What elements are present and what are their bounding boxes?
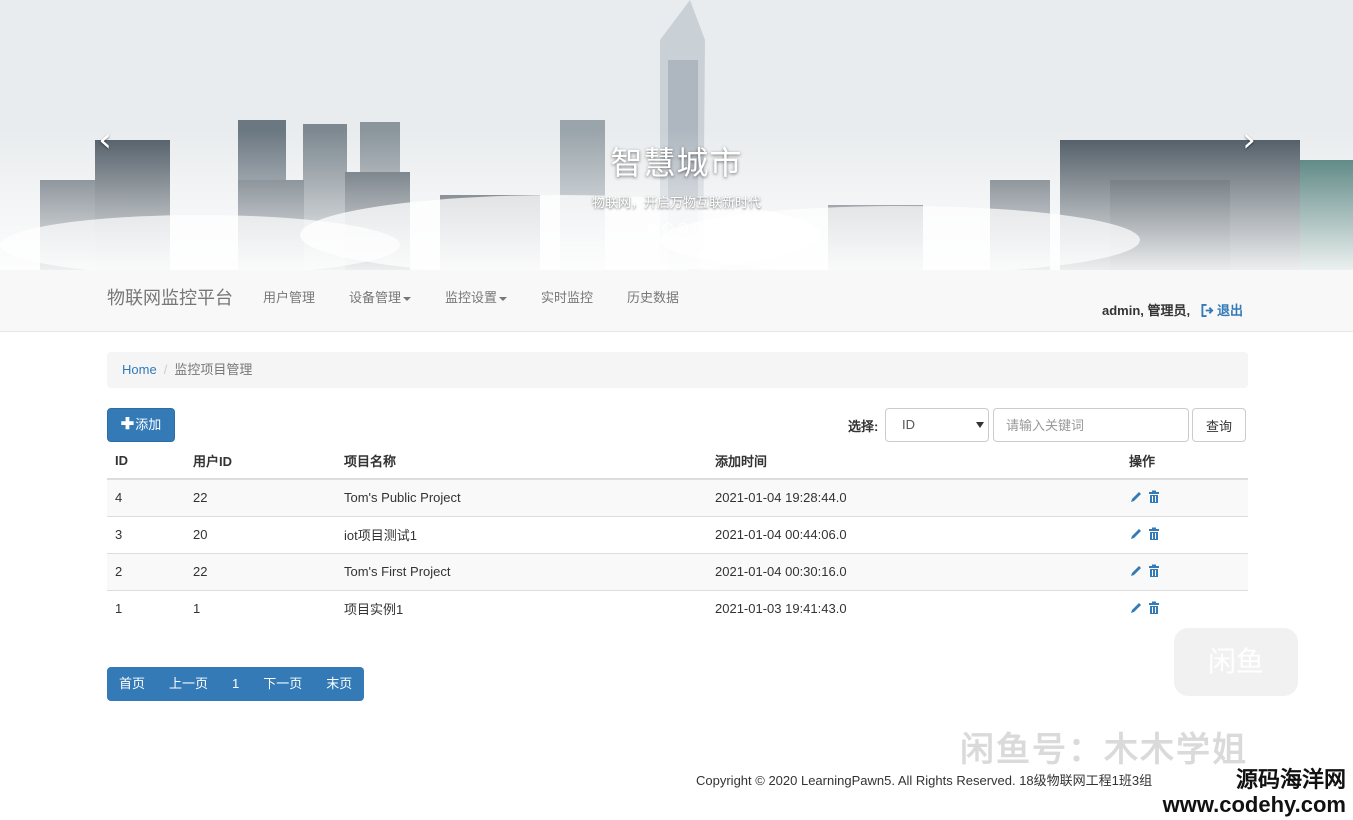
delete-icon[interactable] [1147, 601, 1161, 615]
cell-user-id: 20 [185, 515, 336, 553]
column-header-add-time: 添加时间 [707, 442, 1121, 480]
caret-down-icon [499, 296, 508, 301]
nav-item-label: 用户管理 [263, 290, 316, 305]
cell-id: 3 [107, 515, 185, 553]
cell-user-id: 22 [185, 552, 336, 590]
carousel-indicator[interactable] [693, 223, 703, 233]
column-header-id: ID [107, 442, 185, 480]
delete-icon[interactable] [1147, 490, 1161, 504]
carousel-indicator[interactable] [648, 223, 658, 233]
breadcrumb-separator: / [163, 362, 168, 377]
cell-id: 2 [107, 552, 185, 590]
footer-copyright: Copyright © 2020 LearningPawn5. All Righ… [696, 773, 1153, 788]
column-header-user-id: 用户ID [185, 442, 336, 480]
cell-add-time: 2021-01-04 00:44:06.0 [707, 515, 1121, 553]
cell-actions [1121, 478, 1248, 516]
cell-project-name: Tom's Public Project [336, 478, 707, 516]
cell-actions [1121, 552, 1248, 590]
delete-icon[interactable] [1147, 564, 1161, 578]
cell-add-time: 2021-01-04 19:28:44.0 [707, 478, 1121, 516]
search-input[interactable] [993, 408, 1189, 442]
pagination-last[interactable]: 末页 [314, 667, 364, 701]
edit-icon[interactable] [1129, 527, 1143, 541]
edit-icon[interactable] [1129, 564, 1143, 578]
table-row: 4 22 Tom's Public Project 2021-01-04 19:… [107, 478, 1248, 516]
carousel-indicator[interactable] [678, 223, 688, 233]
cell-actions [1121, 589, 1248, 627]
current-user: admin, 管理员, [1102, 303, 1191, 318]
edit-icon[interactable] [1129, 601, 1143, 615]
table-row: 2 22 Tom's First Project 2021-01-04 00:3… [107, 552, 1248, 590]
top-navbar: 物联网监控平台 用户管理 设备管理 监控设置 实时监控 历史数据 admin, … [0, 270, 1353, 332]
table-row: 1 1 项目实例1 2021-01-03 19:41:43.0 [107, 589, 1248, 627]
cell-add-time: 2021-01-04 00:30:16.0 [707, 552, 1121, 590]
table-header-row: ID 用户ID 项目名称 添加时间 操作 [107, 442, 1248, 480]
cell-id: 1 [107, 589, 185, 627]
column-header-project-name: 项目名称 [336, 442, 707, 480]
carousel-indicators [648, 223, 703, 233]
watermark-site-name: 源码海洋网 [1235, 767, 1346, 792]
nav-item-label: 监控设置 [445, 290, 498, 305]
cell-user-id: 22 [185, 478, 336, 516]
nav-item-monitor-settings[interactable]: 监控设置 [445, 287, 508, 306]
table-row: 3 20 iot项目测试1 2021-01-04 00:44:06.0 [107, 515, 1248, 553]
breadcrumb: Home / 监控项目管理 [107, 352, 1248, 388]
pagination-current[interactable]: 1 [220, 667, 251, 701]
nav-item-user-management[interactable]: 用户管理 [263, 287, 315, 306]
cell-actions [1121, 515, 1248, 553]
query-button[interactable]: 查询 [1192, 408, 1246, 442]
logout-label: 退出 [1217, 303, 1244, 318]
carousel-indicator[interactable] [663, 223, 673, 233]
watermark-site: 源码海洋网 www.codehy.com [1150, 762, 1346, 818]
watermark-site-url: www.codehy.com [1162, 792, 1346, 817]
cell-project-name: Tom's First Project [336, 552, 707, 590]
cell-id: 4 [107, 478, 185, 516]
cell-project-name: iot项目测试1 [336, 515, 707, 553]
column-header-actions: 操作 [1121, 442, 1248, 480]
nav-item-history-data[interactable]: 历史数据 [627, 287, 679, 306]
nav-item-realtime-monitor[interactable]: 实时监控 [541, 287, 593, 306]
hero-carousel: ‹ › 智慧城市 物联网，开启万物互联新时代 [0, 0, 1353, 270]
caret-down-icon [403, 296, 412, 301]
nav-item-label: 设备管理 [349, 290, 402, 305]
carousel-subtitle: 物联网，开启万物互联新时代 [591, 195, 761, 210]
pagination: 首页 上一页 1 下一页 末页 [107, 667, 365, 701]
plus-icon: ✚ [120, 416, 135, 433]
search-select-value: ID [902, 417, 915, 432]
edit-icon[interactable] [1129, 490, 1143, 504]
navbar-brand[interactable]: 物联网监控平台 [107, 284, 233, 310]
logout-link[interactable]: 退出 [1201, 300, 1243, 319]
pagination-next[interactable]: 下一页 [251, 667, 314, 701]
pagination-prev[interactable]: 上一页 [157, 667, 220, 701]
nav-item-label: 历史数据 [627, 290, 680, 305]
logout-icon [1201, 304, 1214, 317]
search-field-select[interactable]: ID [885, 408, 989, 442]
breadcrumb-home-link[interactable]: Home [122, 362, 157, 377]
watermark-badge: 闲鱼 [1174, 628, 1298, 696]
search-field-label: 选择: [848, 419, 879, 434]
select-arrow-icon [976, 422, 984, 428]
cell-user-id: 1 [185, 589, 336, 627]
cell-add-time: 2021-01-03 19:41:43.0 [707, 589, 1121, 627]
breadcrumb-current: 监控项目管理 [174, 362, 253, 377]
delete-icon[interactable] [1147, 527, 1161, 541]
nav-item-device-management[interactable]: 设备管理 [349, 287, 412, 306]
project-table: ID 用户ID 项目名称 添加时间 操作 4 22 Tom's Public P… [107, 442, 1248, 627]
add-button-label: 添加 [135, 417, 162, 432]
pagination-first[interactable]: 首页 [107, 667, 157, 701]
carousel-title: 智慧城市 [610, 145, 743, 181]
nav-item-label: 实时监控 [541, 290, 594, 305]
add-button[interactable]: ✚添加 [107, 408, 175, 442]
cell-project-name: 项目实例1 [336, 589, 707, 627]
